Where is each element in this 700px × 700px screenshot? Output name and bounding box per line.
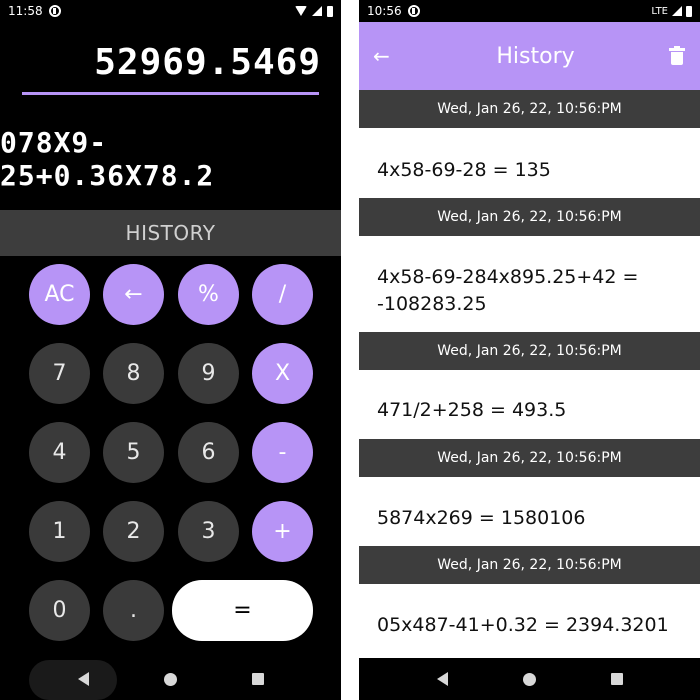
nav-back-icon[interactable] xyxy=(77,672,89,686)
trash-icon[interactable] xyxy=(668,46,686,66)
nav-back-highlight xyxy=(29,660,117,700)
history-entry[interactable]: 4x58-69-284x895.25+42 = -108283.25 xyxy=(377,264,687,318)
equals-button[interactable]: = xyxy=(172,580,313,641)
digit-4-button[interactable]: 4 xyxy=(29,422,90,483)
result-divider xyxy=(22,92,319,95)
digit-3-button[interactable]: 3 xyxy=(178,501,239,562)
history-entry[interactable]: 471/2+258 = 493.5 xyxy=(377,397,687,424)
wifi-icon xyxy=(295,6,307,16)
history-date-header: Wed, Jan 26, 22, 10:56:PM xyxy=(359,332,700,370)
digit-8-button[interactable]: 8 xyxy=(103,343,164,404)
status-time: 10:56 xyxy=(367,4,402,18)
clear-button[interactable]: AC xyxy=(29,264,90,325)
screenshot-frame: 11:58 52969.5469 078X9-25+0.36X78.2 HIST… xyxy=(0,0,700,700)
history-entry[interactable]: 4x58-69-28 = 135 xyxy=(377,157,687,184)
status-bar: 10:56 LTE xyxy=(359,0,700,22)
result-display: 52969.5469 xyxy=(94,42,321,83)
signal-icon xyxy=(312,6,322,16)
digit-9-button[interactable]: 9 xyxy=(178,343,239,404)
digit-6-button[interactable]: 6 xyxy=(178,422,239,483)
back-arrow-icon[interactable]: ← xyxy=(373,44,403,68)
digit-0-button[interactable]: 0 xyxy=(29,580,90,641)
notification-icon xyxy=(48,5,61,17)
digit-2-button[interactable]: 2 xyxy=(103,501,164,562)
navigation-bar xyxy=(359,658,700,700)
history-date-header: Wed, Jan 26, 22, 10:56:PM xyxy=(359,546,700,584)
app-bar: ← History xyxy=(359,22,700,90)
plus-button[interactable]: + xyxy=(252,501,313,562)
signal-icon xyxy=(672,6,682,16)
digit-7-button[interactable]: 7 xyxy=(29,343,90,404)
navigation-bar xyxy=(0,658,341,700)
history-button[interactable]: HISTORY xyxy=(0,210,341,256)
digit-5-button[interactable]: 5 xyxy=(103,422,164,483)
notification-icon xyxy=(407,5,420,17)
minus-button[interactable]: - xyxy=(252,422,313,483)
status-time: 11:58 xyxy=(8,4,43,18)
nav-back-icon[interactable] xyxy=(436,672,448,686)
battery-icon xyxy=(327,5,333,17)
history-entry[interactable]: 05x487-41+0.32 = 2394.3201 xyxy=(377,612,687,639)
history-date-header: Wed, Jan 26, 22, 10:56:PM xyxy=(359,198,700,236)
battery-icon xyxy=(686,5,692,17)
page-title: History xyxy=(496,43,575,69)
status-bar: 11:58 xyxy=(0,0,341,22)
digit-1-button[interactable]: 1 xyxy=(29,501,90,562)
nav-recents-icon[interactable] xyxy=(251,673,264,685)
divide-button[interactable]: / xyxy=(252,264,313,325)
history-screen: 10:56 LTE ← History Wed, Jan 26, 22, 10:… xyxy=(359,0,700,700)
nav-recents-icon[interactable] xyxy=(610,673,623,685)
expression-display: 078X9-25+0.36X78.2 xyxy=(0,126,215,192)
backspace-button[interactable]: ← xyxy=(103,264,164,325)
percent-button[interactable]: % xyxy=(178,264,239,325)
history-date-header: Wed, Jan 26, 22, 10:56:PM xyxy=(359,90,700,128)
history-date-header: Wed, Jan 26, 22, 10:56:PM xyxy=(359,439,700,477)
history-entry[interactable]: 5874x269 = 1580106 xyxy=(377,505,687,532)
multiply-button[interactable]: X xyxy=(252,343,313,404)
decimal-button[interactable]: . xyxy=(103,580,164,641)
network-label: LTE xyxy=(651,5,668,17)
calculator-screen: 11:58 52969.5469 078X9-25+0.36X78.2 HIST… xyxy=(0,0,341,700)
nav-home-icon[interactable] xyxy=(522,672,536,686)
nav-home-icon[interactable] xyxy=(163,672,177,686)
